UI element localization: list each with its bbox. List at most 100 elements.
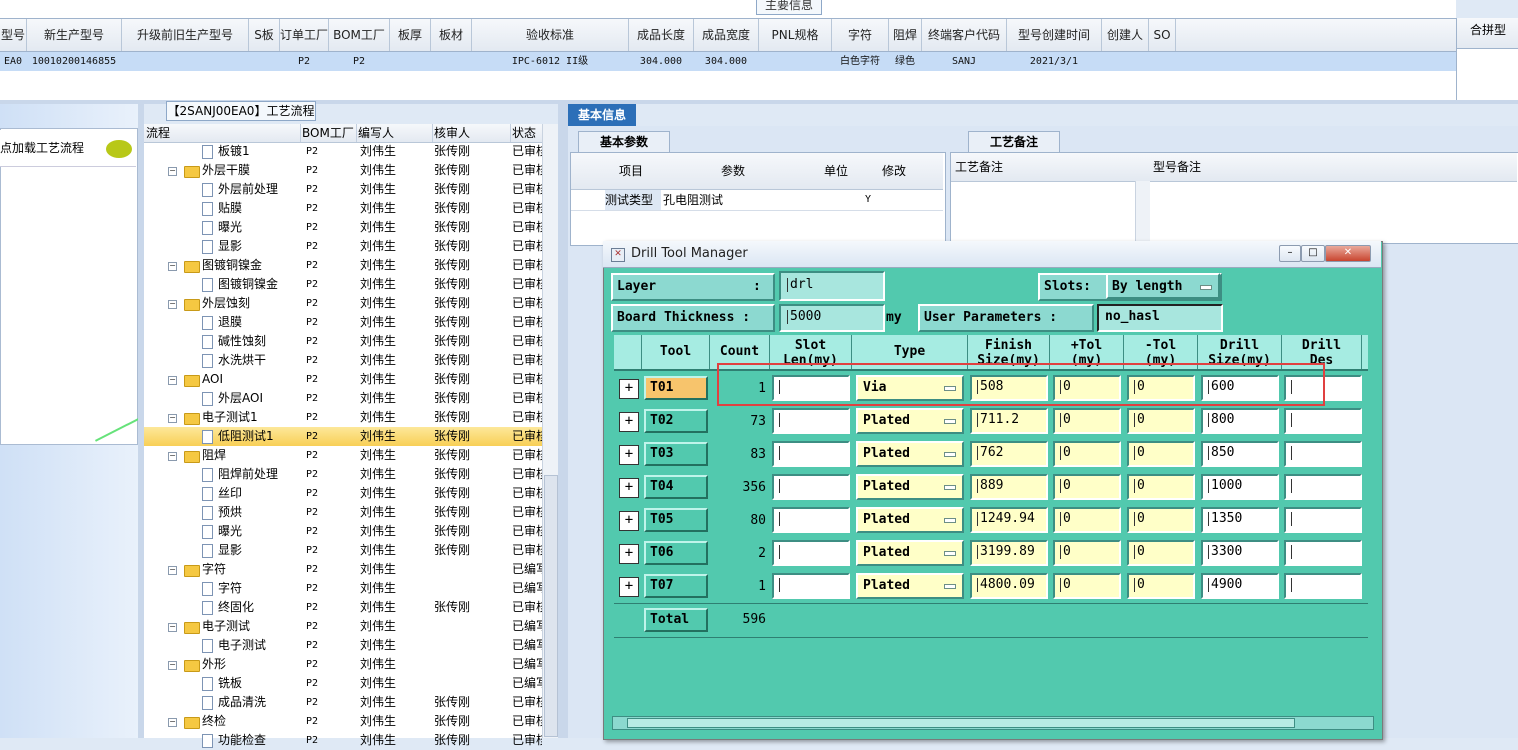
drill-size-field[interactable]: 1000 [1201, 474, 1279, 500]
tree-row[interactable]: 铣板 P2 刘伟生 已编写 [144, 674, 542, 693]
param-col-item[interactable]: 项目 [603, 153, 659, 189]
collapse-icon[interactable]: − [168, 661, 177, 670]
collapse-icon[interactable]: − [168, 167, 177, 176]
layer-field[interactable]: drl [779, 271, 885, 301]
dtm-titlebar[interactable]: ✕ Drill Tool Manager [603, 241, 1381, 268]
finish-size-field[interactable]: 711.2 [970, 408, 1048, 434]
minus-tol-field[interactable]: 0 [1127, 573, 1195, 599]
tool-button[interactable]: T05 [644, 508, 708, 532]
main-col-16[interactable]: 创建人 [1102, 19, 1149, 51]
slot-length-field[interactable] [772, 474, 850, 500]
collapse-icon[interactable]: − [168, 566, 177, 575]
tree-col-bom[interactable]: BOM工厂 [300, 124, 357, 142]
tree-row[interactable]: 外层前处理 P2 刘伟生 张传刚 已审核 [144, 180, 542, 199]
main-col-4[interactable]: 订单工厂 [280, 19, 329, 51]
collapse-icon[interactable]: − [168, 300, 177, 309]
drill-des-field[interactable] [1284, 573, 1362, 599]
add-row-icon[interactable]: + [619, 577, 639, 597]
notes-scrollbar[interactable] [1135, 181, 1150, 241]
plus-tol-field[interactable]: 0 [1053, 474, 1121, 500]
close-button[interactable]: ✕ [1325, 245, 1371, 262]
minus-tol-field[interactable]: 0 [1127, 441, 1195, 467]
add-row-icon[interactable]: + [619, 412, 639, 432]
type-select[interactable]: Plated [856, 408, 964, 434]
param-col-unit[interactable]: 单位 [807, 153, 865, 189]
tree-row[interactable]: 外层AOI P2 刘伟生 张传刚 已审核 [144, 389, 542, 408]
minus-tol-field[interactable]: 0 [1127, 474, 1195, 500]
tree-row[interactable]: 预烘 P2 刘伟生 张传刚 已审核 [144, 503, 542, 522]
tree-row[interactable]: 退膜 P2 刘伟生 张传刚 已审核 [144, 313, 542, 332]
param-col-modify[interactable]: 修改 [867, 153, 921, 189]
drill-size-field[interactable]: 800 [1201, 408, 1279, 434]
slot-length-field[interactable] [772, 441, 850, 467]
type-select[interactable]: Plated [856, 474, 964, 500]
middle-splitter[interactable] [558, 104, 568, 738]
tree-row[interactable]: 终固化 P2 刘伟生 张传刚 已审核 [144, 598, 542, 617]
tree-row[interactable]: 板镀1 P2 刘伟生 张传刚 已审核 [144, 142, 542, 161]
minus-tol-field[interactable]: 0 [1127, 507, 1195, 533]
chat-bubble-icon[interactable] [106, 140, 132, 158]
tree-row[interactable]: 功能检查 P2 刘伟生 张传刚 已审核 [144, 731, 542, 750]
tree-row[interactable]: 曝光 P2 刘伟生 张传刚 已审核 [144, 522, 542, 541]
plus-tol-field[interactable]: 0 [1053, 441, 1121, 467]
collapse-icon[interactable]: − [168, 414, 177, 423]
collapse-icon[interactable]: − [168, 718, 177, 727]
tree-row[interactable]: − 外层干膜 P2 刘伟生 张传刚 已审核 [144, 161, 542, 180]
main-col-2[interactable]: 升级前旧生产型号 [122, 19, 249, 51]
tree-row[interactable]: − 电子测试1 P2 刘伟生 张传刚 已审核 [144, 408, 542, 427]
tree-row[interactable]: 贴膜 P2 刘伟生 张传刚 已审核 [144, 199, 542, 218]
tool-button[interactable]: T01 [644, 376, 708, 400]
tool-button[interactable]: T07 [644, 574, 708, 598]
tree-row[interactable]: − 电子测试 P2 刘伟生 已编写 [144, 617, 542, 636]
tree-row[interactable]: − 图镀铜镍金 P2 刘伟生 张传刚 已审核 [144, 256, 542, 275]
minus-tol-field[interactable]: 0 [1127, 540, 1195, 566]
plus-tol-field[interactable]: 0 [1053, 408, 1121, 434]
main-col-11[interactable]: PNL规格 [759, 19, 832, 51]
main-col-7[interactable]: 板材 [431, 19, 472, 51]
tree-row[interactable]: 低阻测试1 P2 刘伟生 张传刚 已审核 [144, 427, 542, 446]
user-parameters-button[interactable]: User Parameters : [918, 304, 1094, 332]
param-row-modify[interactable]: Y [865, 190, 905, 210]
tree-row[interactable]: 水洗烘干 P2 刘伟生 张传刚 已审核 [144, 351, 542, 370]
type-select[interactable]: Plated [856, 540, 964, 566]
add-row-icon[interactable]: + [619, 511, 639, 531]
collapse-icon[interactable]: − [168, 262, 177, 271]
main-col-9[interactable]: 成品长度 [629, 19, 694, 51]
finish-size-field[interactable]: 3199.89 [970, 540, 1048, 566]
param-col-value[interactable]: 参数 [661, 153, 805, 189]
add-row-icon[interactable]: + [619, 478, 639, 498]
tree-row[interactable]: 曝光 P2 刘伟生 张传刚 已审核 [144, 218, 542, 237]
plus-tol-field[interactable]: 0 [1053, 507, 1121, 533]
main-col-10[interactable]: 成品宽度 [694, 19, 759, 51]
board-thickness-field[interactable]: 5000 [779, 304, 885, 332]
tree-row[interactable]: 显影 P2 刘伟生 张传刚 已审核 [144, 237, 542, 256]
drill-des-field[interactable] [1284, 408, 1362, 434]
tree-row[interactable]: − 外层蚀刻 P2 刘伟生 张传刚 已审核 [144, 294, 542, 313]
slots-select[interactable]: By length [1106, 273, 1220, 299]
tab-process-notes[interactable]: 工艺备注 [968, 131, 1060, 152]
param-row-value[interactable]: 孔电阻测试 [663, 190, 807, 210]
slot-length-field[interactable] [772, 507, 850, 533]
tab-basic-info[interactable]: 基本信息 [568, 104, 636, 126]
user-parameters-field[interactable]: no_hasl [1097, 304, 1223, 332]
tree-row[interactable]: 字符 P2 刘伟生 已编写 [144, 579, 542, 598]
tree-row[interactable]: 电子测试 P2 刘伟生 已编写 [144, 636, 542, 655]
tree-row[interactable]: 图镀铜镍金 P2 刘伟生 张传刚 已审核 [144, 275, 542, 294]
maximize-button[interactable]: □ [1301, 245, 1325, 262]
collapse-icon[interactable]: − [168, 452, 177, 461]
tree-row[interactable]: − 字符 P2 刘伟生 已编写 [144, 560, 542, 579]
minus-tol-field[interactable]: 0 [1127, 408, 1195, 434]
finish-size-field[interactable]: 889 [970, 474, 1048, 500]
finish-size-field[interactable]: 762 [970, 441, 1048, 467]
plus-tol-field[interactable]: 0 [1053, 573, 1121, 599]
slot-length-field[interactable] [772, 540, 850, 566]
tree-row[interactable]: 碱性蚀刻 P2 刘伟生 张传刚 已审核 [144, 332, 542, 351]
add-row-icon[interactable]: + [619, 445, 639, 465]
tree-row[interactable]: − 外形 P2 刘伟生 已编写 [144, 655, 542, 674]
minimize-button[interactable]: – [1279, 245, 1301, 262]
type-select[interactable]: Plated [856, 573, 964, 599]
tree-row[interactable]: 阻焊前处理 P2 刘伟生 张传刚 已审核 [144, 465, 542, 484]
main-col-13[interactable]: 阻焊 [889, 19, 922, 51]
type-select[interactable]: Plated [856, 507, 964, 533]
dtm-scroll-thumb[interactable] [627, 718, 1295, 728]
